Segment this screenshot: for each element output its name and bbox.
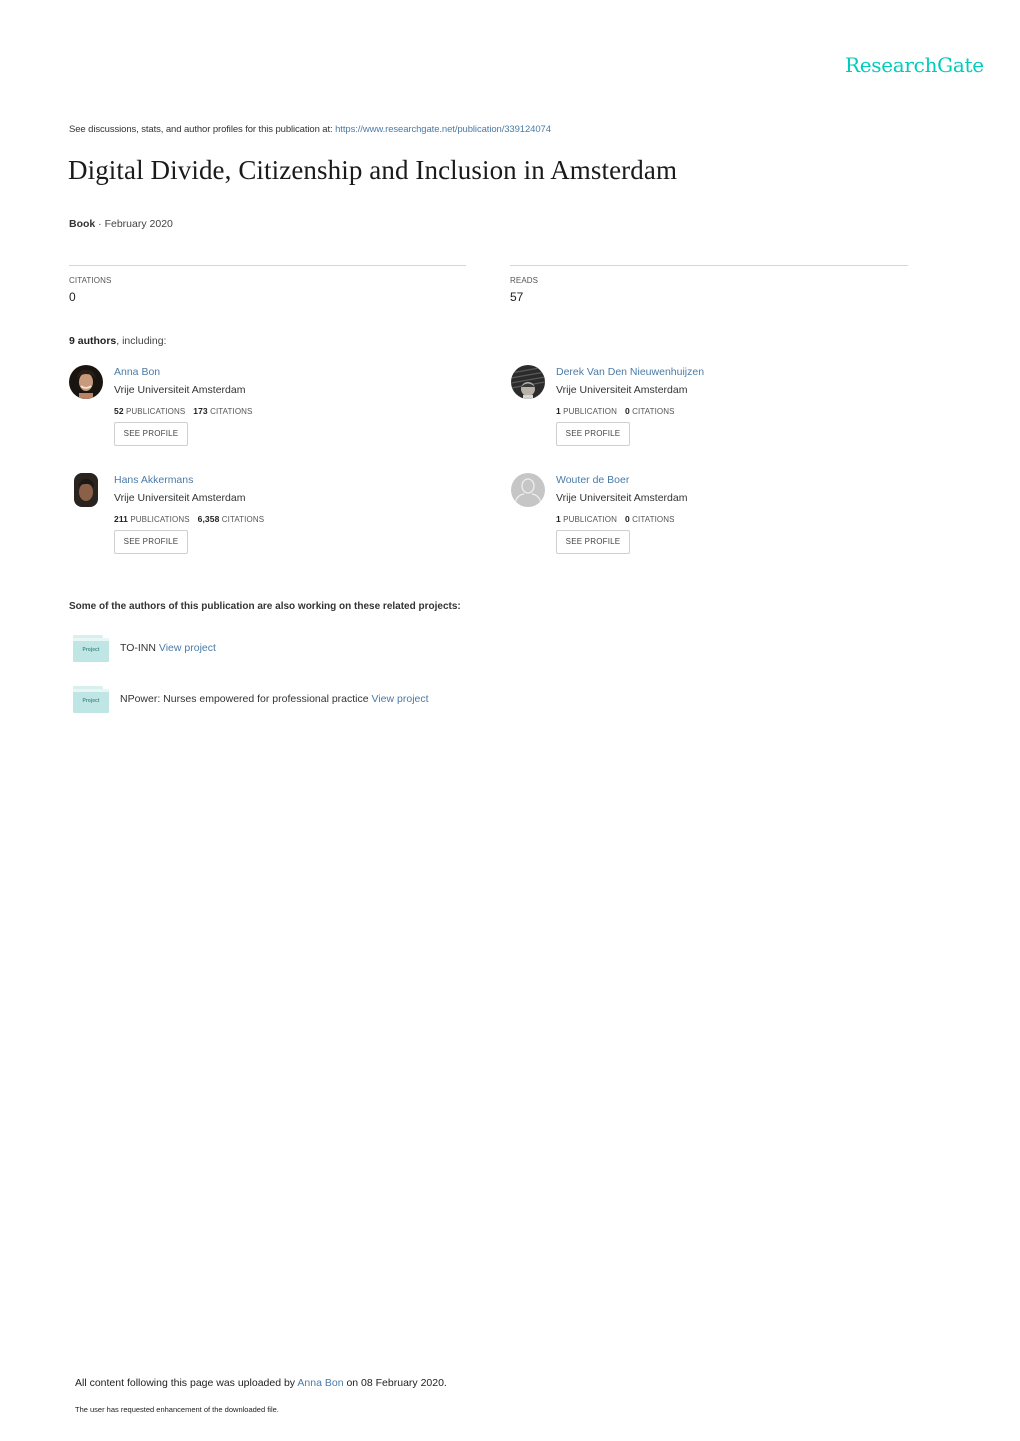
citations-label: CITATIONS (632, 407, 675, 416)
reads-label: READS (510, 276, 539, 285)
author-card: Hans Akkermans Vrije Universiteit Amster… (69, 473, 469, 573)
view-project-link[interactable]: View project (372, 693, 429, 705)
project-icon-label: Project (82, 647, 100, 653)
upload-notice: All content following this page was uplo… (75, 1377, 447, 1389)
publications-count: 1 (556, 514, 561, 524)
citations-count: 0 (625, 514, 630, 524)
citations-divider (69, 265, 466, 266)
project-name: NPower: Nurses empowered for professiona… (120, 693, 369, 705)
author-name-link[interactable]: Wouter de Boer (556, 474, 629, 486)
publications-label: PUBLICATION (563, 407, 618, 416)
publication-type: Book (69, 218, 96, 230)
author-name-link[interactable]: Hans Akkermans (114, 474, 193, 486)
citations-label: CITATIONS (69, 276, 112, 285)
project-text: NPower: Nurses empowered for professiona… (120, 693, 429, 705)
citations-count: 173 (193, 406, 208, 416)
authors-count: 9 authors (69, 335, 117, 347)
publications-label: PUBLICATIONS (125, 407, 186, 416)
upload-suffix: on 08 February 2020. (343, 1377, 447, 1389)
project-item: Project TO-INN View project (73, 635, 573, 665)
author-institution: Vrije Universiteit Amsterdam (114, 384, 246, 396)
author-name-link[interactable]: Derek Van Den Nieuwenhuijzen (556, 366, 704, 378)
publications-label: PUBLICATIONS (130, 515, 190, 524)
meta-separator: · (95, 218, 105, 230)
author-name-link[interactable]: Anna Bon (114, 366, 160, 378)
see-discussions-line: See discussions, stats, and author profi… (69, 124, 551, 135)
person-photo-icon (511, 365, 545, 399)
see-discussions-text: See discussions, stats, and author profi… (69, 124, 336, 135)
author-card: Wouter de Boer Vrije Universiteit Amster… (511, 473, 911, 573)
author-card: Derek Van Den Nieuwenhuijzen Vrije Unive… (511, 365, 911, 465)
citations-label: CITATIONS (210, 407, 253, 416)
see-profile-button[interactable]: SEE PROFILE (556, 422, 630, 446)
reads-value: 57 (510, 290, 524, 304)
citations-label: CITATIONS (221, 515, 265, 524)
publication-title: Digital Divide, Citizenship and Inclusio… (68, 155, 678, 185)
author-avatar[interactable] (69, 473, 103, 507)
researchgate-logo[interactable]: ResearchGate (845, 53, 984, 77)
person-photo-icon (69, 365, 103, 399)
authors-suffix: , including: (116, 335, 167, 347)
related-projects-heading: Some of the authors of this publication … (69, 601, 461, 612)
citations-label: CITATIONS (632, 515, 675, 524)
publication-meta: Book · February 2020 (69, 218, 173, 230)
upload-prefix: All content following this page was uplo… (75, 1377, 298, 1389)
project-icon-label: Project (82, 698, 100, 704)
see-profile-button[interactable]: SEE PROFILE (114, 530, 188, 554)
citations-value: 0 (69, 290, 76, 304)
author-avatar[interactable] (511, 473, 545, 507)
citations-count: 0 (625, 406, 630, 416)
person-photo-icon (69, 473, 103, 507)
reads-divider (510, 265, 908, 266)
publications-count: 52 (114, 406, 124, 416)
author-institution: Vrije Universiteit Amsterdam (556, 384, 688, 396)
see-profile-button[interactable]: SEE PROFILE (556, 530, 630, 554)
author-stats: 52 PUBLICATIONS 173 CITATIONS (114, 406, 252, 416)
project-folder-icon[interactable]: Project (73, 635, 109, 662)
author-card: Anna Bon Vrije Universiteit Amsterdam 52… (69, 365, 469, 465)
view-project-link[interactable]: View project (159, 642, 216, 654)
user-placeholder-icon (511, 473, 545, 507)
publications-count: 1 (556, 406, 561, 416)
project-item: Project NPower: Nurses empowered for pro… (73, 686, 573, 716)
uploader-link[interactable]: Anna Bon (297, 1377, 343, 1389)
publication-url-link[interactable]: https://www.researchgate.net/publication… (335, 124, 551, 135)
project-name: TO-INN (120, 642, 156, 654)
author-stats: 211 PUBLICATIONS 6,358 CITATIONS (114, 514, 264, 524)
author-avatar[interactable] (511, 365, 545, 399)
project-folder-icon[interactable]: Project (73, 686, 109, 713)
see-profile-button[interactable]: SEE PROFILE (114, 422, 188, 446)
publication-date: February 2020 (104, 218, 173, 230)
author-stats: 1 PUBLICATION 0 CITATIONS (556, 514, 675, 524)
author-institution: Vrije Universiteit Amsterdam (114, 492, 246, 504)
authors-heading: 9 authors, including: (69, 335, 166, 347)
citations-count: 6,358 (197, 514, 220, 524)
enhancement-note: The user has requested enhancement of th… (75, 1405, 279, 1414)
author-institution: Vrije Universiteit Amsterdam (556, 492, 688, 504)
author-stats: 1 PUBLICATION 0 CITATIONS (556, 406, 675, 416)
author-avatar[interactable] (69, 365, 103, 399)
project-text: TO-INN View project (120, 642, 216, 654)
publications-label: PUBLICATION (563, 515, 618, 524)
publications-count: 211 (114, 514, 129, 524)
